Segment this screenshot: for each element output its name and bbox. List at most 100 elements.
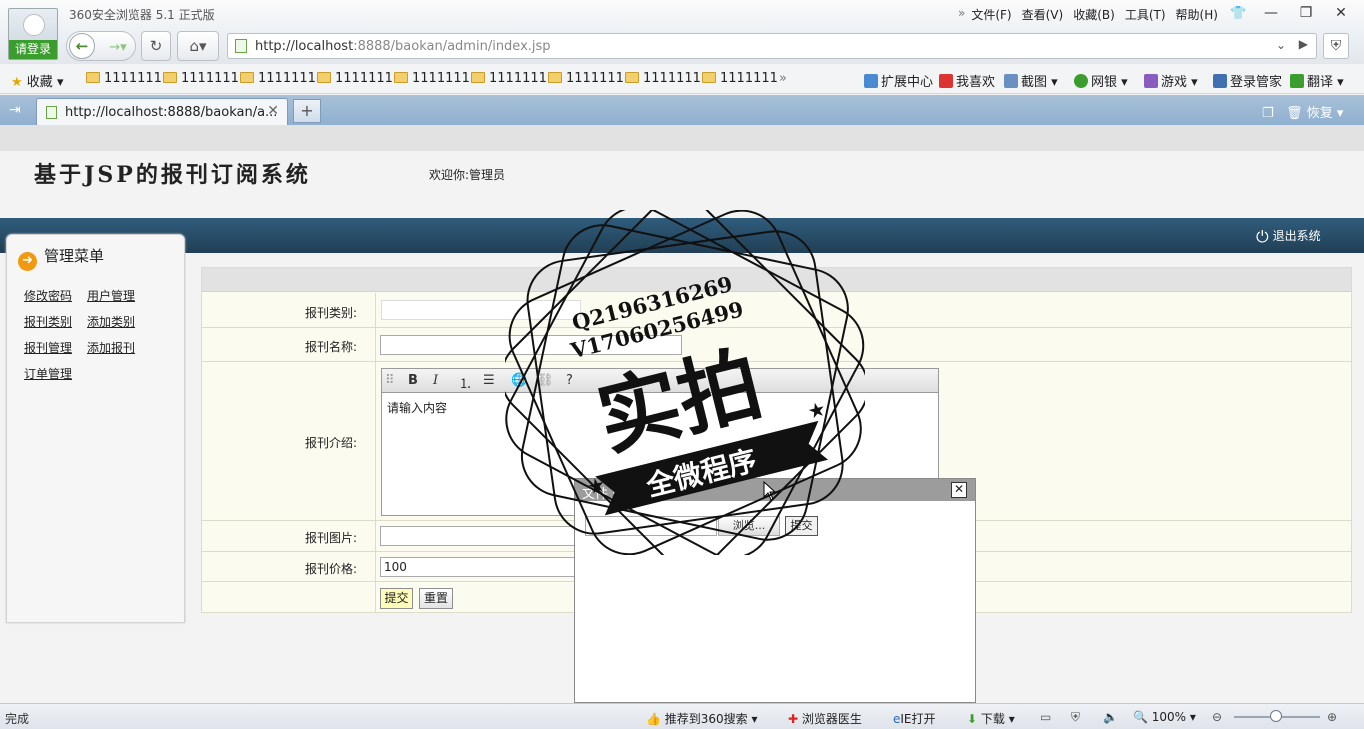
menu-tools[interactable]: 工具(T) xyxy=(1125,6,1166,23)
menu-link-add-periodical[interactable]: 添加报刊 xyxy=(87,339,135,356)
menu-help[interactable]: 帮助(H) xyxy=(1176,6,1218,23)
download-arrow-icon: ⬇ xyxy=(967,712,978,726)
back-forward-button[interactable]: ← →▾ xyxy=(66,31,136,61)
status-browser-doctor[interactable]: ✚ 浏览器医生 xyxy=(788,710,862,727)
security-shield-button[interactable]: ⛨ xyxy=(1323,33,1349,59)
minimize-button[interactable]: — xyxy=(1256,2,1286,24)
help-icon[interactable]: ? xyxy=(566,373,573,388)
browser-status-bar: 完成 👍 推荐到360搜索 ▾ ✚ 浏览器医生 eIE打开 ⬇ 下载 ▾ ▭ ⛨… xyxy=(0,703,1364,729)
unordered-list-icon[interactable]: ☰ xyxy=(483,373,495,388)
web-page: 基于JSP的报刊订阅系统 欢迎你:管理员 ⏻ 退出系统 ➜ 管理菜单 修改密码 用户… xyxy=(0,125,1364,703)
user-avatar[interactable]: 请登录 xyxy=(8,8,58,60)
bookmark-folder[interactable]: 1111111 xyxy=(471,71,547,86)
italic-icon[interactable]: I xyxy=(433,373,438,388)
zoom-level[interactable]: 🔍 100% ▾ xyxy=(1133,710,1196,724)
tab-bar: ⇥ http://localhost:8888/baokan/a... ✕ + … xyxy=(0,95,1364,125)
bold-icon[interactable]: B xyxy=(408,373,418,388)
zoom-in-icon[interactable]: ⊕ xyxy=(1327,710,1337,724)
menu-link-categories[interactable]: 报刊类别 xyxy=(24,313,72,330)
menu-view[interactable]: 查看(V) xyxy=(1022,6,1064,23)
unlink-icon[interactable]: ⛓ xyxy=(537,373,554,388)
menu-link-periodical-management[interactable]: 报刊管理 xyxy=(24,339,72,356)
category-select[interactable] xyxy=(381,300,581,320)
login-label[interactable]: 请登录 xyxy=(9,40,57,59)
status-sound-icon[interactable]: 🔈 xyxy=(1103,710,1118,724)
bookmark-folder[interactable]: 1111111 xyxy=(548,71,624,86)
status-window-icon[interactable]: ▭ xyxy=(1040,710,1051,724)
maximize-button[interactable]: ❐ xyxy=(1291,2,1321,24)
upload-file-field[interactable] xyxy=(585,516,717,536)
status-ie-open[interactable]: eIE打开 xyxy=(893,710,936,727)
tool-online-bank[interactable]: 网银 ▾ xyxy=(1074,71,1128,90)
skin-shirt-icon[interactable]: 👕 xyxy=(1230,6,1246,21)
favorites-button[interactable]: ★ 收藏 ▾ xyxy=(11,71,63,90)
page-document-icon xyxy=(235,39,247,53)
upload-browse-button[interactable]: 浏览... xyxy=(718,516,780,536)
menu-link-change-password[interactable]: 修改密码 xyxy=(24,287,72,304)
address-bar[interactable]: http://localhost:8888/baokan/admin/index… xyxy=(227,33,1317,59)
tool-my-likes[interactable]: 我喜欢 xyxy=(939,71,995,90)
bookmark-folder[interactable]: 1111111 xyxy=(625,71,701,86)
menu-favorites[interactable]: 收藏(B) xyxy=(1073,6,1115,23)
tab-title[interactable]: http://localhost:8888/baokan/a... xyxy=(65,105,277,120)
bookmark-folder[interactable]: 1111111 xyxy=(86,71,162,86)
upload-dialog-title: 文件上传 xyxy=(582,487,635,502)
tab-active[interactable]: http://localhost:8888/baokan/a... ✕ xyxy=(36,98,288,125)
tab-close-icon[interactable]: ✕ xyxy=(267,103,279,119)
bookmark-folder[interactable]: 1111111 xyxy=(702,71,778,86)
restore-tabs[interactable]: ❐ 🗑 恢复 ▾ xyxy=(1262,102,1343,121)
ordered-list-icon[interactable]: ⒈ xyxy=(459,373,472,392)
back-arrow-icon[interactable]: ← xyxy=(69,33,95,59)
status-download[interactable]: ⬇ 下载 ▾ xyxy=(967,710,1015,727)
home-button[interactable]: ⌂▾ xyxy=(177,31,219,61)
status-recommend-360[interactable]: 👍 推荐到360搜索 ▾ xyxy=(646,710,758,727)
sidebar-toggle-icon[interactable]: ⇥ xyxy=(9,102,21,118)
menu-link-add-category[interactable]: 添加类别 xyxy=(87,313,135,330)
bookmark-folder[interactable]: 1111111 xyxy=(240,71,316,86)
bookmark-folder[interactable]: 1111111 xyxy=(394,71,470,86)
tab-page-icon xyxy=(46,106,57,119)
menu-link-user-management[interactable]: 用户管理 xyxy=(87,287,135,304)
link-icon[interactable]: 🌐 xyxy=(511,373,527,388)
upload-close-button[interactable]: ✕ xyxy=(951,482,967,498)
bookmark-folder[interactable]: 1111111 xyxy=(163,71,239,86)
bookmark-folder[interactable]: 1111111 xyxy=(317,71,393,86)
tool-games[interactable]: 游戏 ▾ xyxy=(1144,71,1198,90)
menu-file[interactable]: 文件(F) xyxy=(971,6,1011,23)
price-input[interactable]: 100 xyxy=(380,557,580,577)
zoom-slider-knob[interactable] xyxy=(1270,710,1282,722)
admin-menu-panel: ➜ 管理菜单 修改密码 用户管理 报刊类别 添加类别 报刊管理 添加报刊 订单管理 xyxy=(6,234,185,623)
menu-link-order-management[interactable]: 订单管理 xyxy=(24,365,72,382)
page-top-strip xyxy=(0,125,1364,151)
editor-content[interactable]: 请输入内容 xyxy=(387,399,447,416)
upload-submit-button[interactable]: 提交 xyxy=(785,516,818,536)
reset-button[interactable]: 重置 xyxy=(419,588,453,609)
image-path-input[interactable] xyxy=(380,526,580,546)
folder-icon xyxy=(86,72,100,83)
game-icon xyxy=(1144,74,1158,88)
new-tab-button[interactable]: + xyxy=(293,99,321,123)
tool-screenshot[interactable]: 截图 ▾ xyxy=(1004,71,1058,90)
forward-arrow-icon[interactable]: →▾ xyxy=(109,40,126,55)
bookmark-overflow-icon[interactable]: » xyxy=(779,71,787,86)
address-url[interactable]: http://localhost:8888/baokan/admin/index… xyxy=(255,39,551,54)
tool-login-manager[interactable]: 登录管家 xyxy=(1213,71,1282,90)
status-shield-icon[interactable]: ⛨ xyxy=(1071,710,1080,725)
logout-button[interactable]: ⏻ 退出系统 xyxy=(1256,227,1321,247)
intro-label: 报刊介绍: xyxy=(304,436,357,450)
address-dropdown-icon[interactable]: ⌄ xyxy=(1276,38,1286,52)
shield-icon: ⛨ xyxy=(1330,38,1342,54)
go-arrow-icon[interactable]: ▶ xyxy=(1299,37,1308,51)
browser-title: 360安全浏览器 5.1 正式版 xyxy=(69,8,215,22)
submit-button[interactable]: 提交 xyxy=(380,588,413,609)
tool-translate[interactable]: 翻译 ▾ xyxy=(1290,71,1344,90)
zoom-out-icon[interactable]: ⊖ xyxy=(1212,710,1222,724)
row-separator xyxy=(375,362,376,520)
bookmark-bar: ★ 收藏 ▾ 1111111 1111111 1111111 1111111 1… xyxy=(0,64,1364,94)
tool-extension-center[interactable]: 扩展中心 xyxy=(864,71,933,90)
scissors-icon xyxy=(1004,74,1018,88)
folder-icon xyxy=(240,72,254,83)
name-input[interactable] xyxy=(380,335,682,355)
close-window-button[interactable]: ✕ xyxy=(1326,2,1356,24)
reload-button[interactable]: ↻ xyxy=(141,31,171,61)
